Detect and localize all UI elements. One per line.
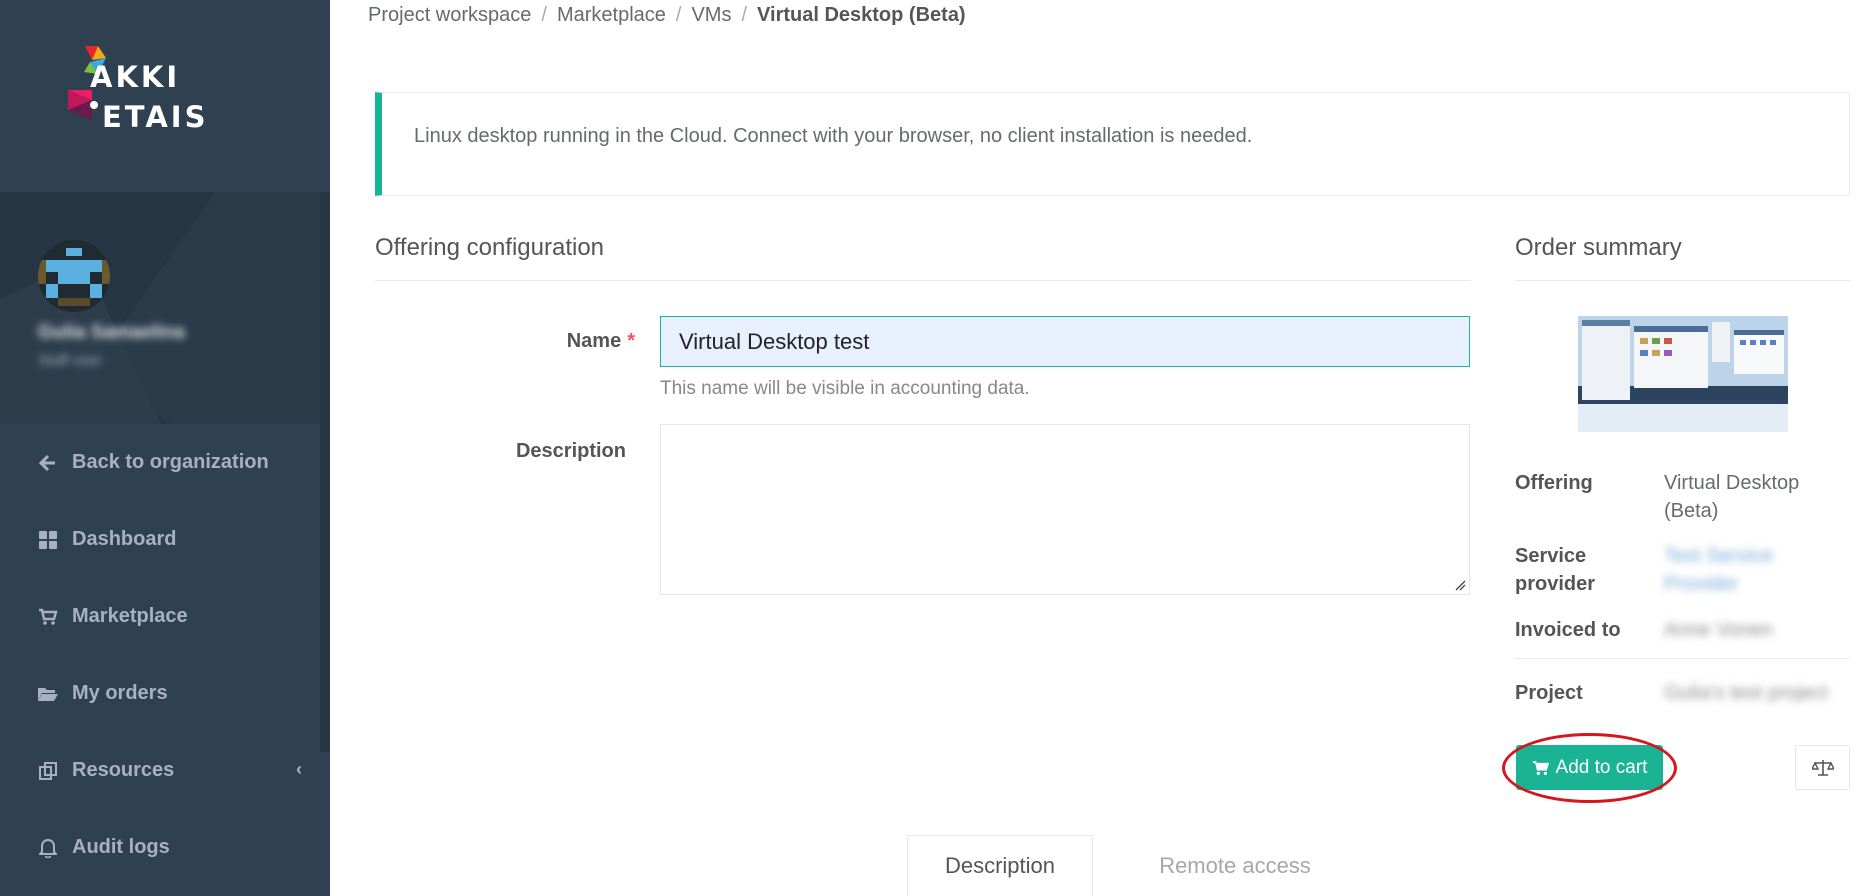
nav-dashboard[interactable]: Dashboard [0,501,330,578]
sidebar: AKKI ETAIS Gulia Samaelina Staff user Ba… [0,0,330,896]
breadcrumb-marketplace[interactable]: Marketplace [557,4,666,27]
logo[interactable]: AKKI ETAIS [68,44,208,154]
breadcrumb-separator: / [541,4,547,26]
main-content: Project workspace / Marketplace / VMs / … [330,0,1871,896]
project-value: Gulia's test project [1664,682,1828,704]
user-profile[interactable]: Gulia Samaelina Staff user [0,192,330,424]
breadcrumb-project-workspace[interactable]: Project workspace [368,4,531,27]
profile-role: Staff user [38,352,102,369]
offering-label: Offering [1515,472,1593,494]
offering-value: Virtual Desktop (Beta) [1664,472,1800,522]
project-label: Project [1515,682,1583,704]
nav-audit-logs[interactable]: Audit logs [0,809,330,886]
divider [1515,280,1850,281]
nav-my-orders[interactable]: My orders [0,655,330,732]
callout-text: Linux desktop running in the Cloud. Conn… [414,125,1253,147]
invoiced-to-label: Invoiced to [1515,619,1621,641]
identicon-icon [38,240,110,312]
folder-open-icon [38,684,58,704]
bell-icon [38,838,58,858]
offering-description-callout: Linux desktop running in the Cloud. Conn… [375,92,1850,196]
avatar[interactable] [38,240,110,312]
resize-handle-icon[interactable] [1454,579,1466,591]
nav-label: Audit logs [72,836,170,858]
nav-label: Dashboard [72,528,177,550]
tab-description[interactable]: Description [907,835,1093,896]
sidebar-header: AKKI ETAIS [0,0,330,192]
breadcrumb-separator: / [741,4,748,26]
compare-button[interactable] [1795,745,1850,790]
profile-name: Gulia Samaelina [38,322,185,343]
name-input[interactable] [660,316,1470,367]
service-provider-value[interactable]: Test Service Provider [1664,542,1814,598]
arrow-left-icon [38,453,58,473]
cart-icon [1532,760,1549,775]
nav-label: Resources [72,759,175,781]
tab-remote-access[interactable]: Remote access [1110,835,1360,896]
breadcrumb-vms[interactable]: VMs [691,4,731,27]
divider [1515,658,1850,659]
name-help-text: This name will be visible in accounting … [660,378,1030,399]
balance-scale-icon [1811,759,1834,776]
nav-resources[interactable]: Resources ‹ [0,732,330,809]
offering-thumbnail [1578,316,1788,432]
invoiced-to-value: Anne Vonen [1664,619,1773,641]
required-marker: * [627,330,635,352]
dashboard-icon [38,530,58,550]
logo-line2: ETAIS [102,100,209,134]
breadcrumb-current: Virtual Desktop (Beta) [757,4,966,26]
breadcrumb-separator: / [675,4,682,26]
add-to-cart-button[interactable]: Add to cart [1516,745,1663,790]
nav-label: Back to organization [72,451,269,473]
description-label: Description [515,440,626,462]
description-textarea[interactable] [660,424,1470,595]
add-to-cart-label: Add to cart [1555,756,1648,778]
sidebar-nav: Back to organization Dashboard Marketpla… [0,424,330,886]
nav-back-to-organization[interactable]: Back to organization [0,424,330,501]
resources-icon [38,761,58,781]
order-summary-title: Order summary [1515,234,1682,261]
nav-label: My orders [72,682,168,704]
sidebar-scrollbar[interactable] [320,192,330,752]
chevron-left-icon: ‹ [296,759,302,779]
desktop-screenshot-image [1578,316,1788,432]
divider [375,280,1471,281]
service-provider-label: Service provider [1515,545,1596,595]
cart-icon [38,607,58,627]
logo-line1: AKKI [90,60,181,94]
nav-marketplace[interactable]: Marketplace [0,578,330,655]
offering-configuration-title: Offering configuration [375,234,605,261]
breadcrumb: Project workspace / Marketplace / VMs / … [368,4,966,27]
nav-label: Marketplace [72,605,188,627]
name-label: Name * [566,330,635,352]
